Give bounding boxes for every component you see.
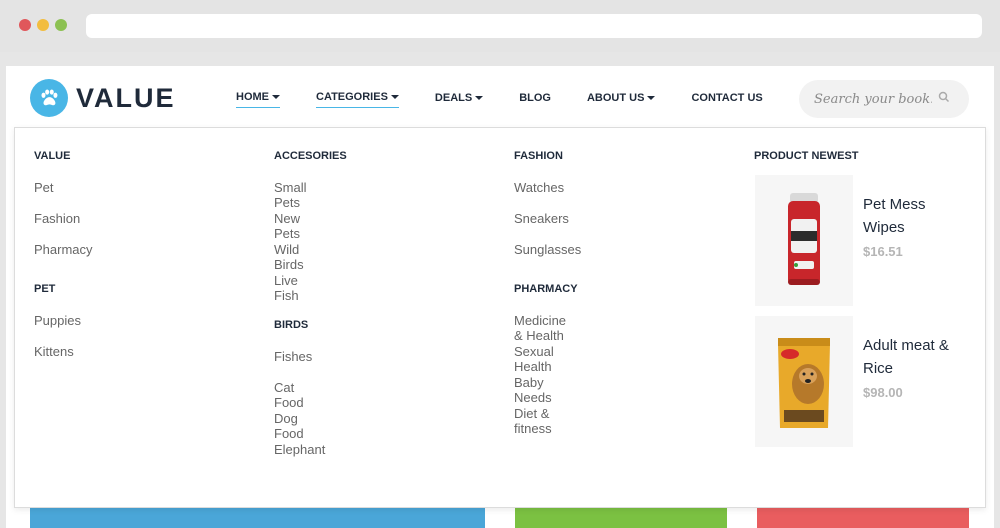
caret-down-icon <box>647 95 656 100</box>
window-minimize-dot[interactable] <box>37 19 49 31</box>
caret-down-icon <box>475 95 484 100</box>
menu-link-cat-food[interactable]: Cat Food <box>274 380 304 410</box>
search-box <box>799 80 969 118</box>
menu-link-sneakers[interactable]: Sneakers <box>514 211 569 226</box>
address-bar[interactable] <box>86 14 982 38</box>
menu-link-sexual-health[interactable]: Sexual Health <box>514 344 554 374</box>
nav-home-label: HOME <box>236 91 269 103</box>
menu-link-new-pets[interactable]: New Pets <box>274 211 300 241</box>
nav-contact-us[interactable]: CONTACT US <box>691 91 762 108</box>
nav-deals[interactable]: DEALS <box>434 91 484 108</box>
search-input[interactable] <box>814 91 932 107</box>
nav-contact-label: CONTACT US <box>691 91 763 104</box>
nav-about-us[interactable]: ABOUT US <box>586 91 656 108</box>
browser-chrome <box>0 0 1000 52</box>
product-card[interactable]: Adult meat & Rice $98.00 <box>755 316 971 447</box>
menu-heading-product-newest: PRODUCT NEWEST <box>754 150 859 162</box>
paw-icon <box>30 79 68 117</box>
menu-link-small-pets[interactable]: Small Pets <box>274 180 307 210</box>
product-info: Pet Mess Wipes $16.51 <box>863 175 971 306</box>
hero-banner-green[interactable] <box>515 506 727 528</box>
menu-link-pharmacy[interactable]: Pharmacy <box>34 242 93 257</box>
window-maximize-dot[interactable] <box>55 19 67 31</box>
window-close-dot[interactable] <box>19 19 31 31</box>
menu-heading-birds: BIRDS <box>274 319 309 331</box>
menu-link-kittens[interactable]: Kittens <box>34 344 74 359</box>
menu-heading-value: VALUE <box>34 150 71 162</box>
hero-banner-red[interactable] <box>757 506 969 528</box>
menu-link-sunglasses[interactable]: Sunglasses <box>514 242 581 257</box>
nav-blog[interactable]: BLOG <box>519 91 551 108</box>
caret-down-icon <box>272 95 280 99</box>
menu-link-medicine-health[interactable]: Medicine & Health <box>514 313 566 343</box>
nav-about-label: ABOUT US <box>586 91 645 104</box>
menu-link-wild-birds[interactable]: Wild Birds <box>274 242 304 272</box>
logo[interactable]: VALUE <box>30 79 176 117</box>
menu-link-pet[interactable]: Pet <box>34 180 54 195</box>
menu-heading-fashion: FASHION <box>514 150 563 162</box>
brand-name: VALUE <box>76 82 176 113</box>
menu-link-puppies[interactable]: Puppies <box>34 313 81 328</box>
menu-link-live-fish[interactable]: Live Fish <box>274 273 299 303</box>
menu-link-elephant[interactable]: Elephant <box>274 442 325 457</box>
product-image-dog-food[interactable] <box>755 316 853 447</box>
hero-banner-blue[interactable] <box>30 506 485 528</box>
search-icon[interactable] <box>938 90 950 108</box>
menu-link-fishes[interactable]: Fishes <box>274 349 312 364</box>
menu-link-watches[interactable]: Watches <box>514 180 564 195</box>
nav-deals-label: DEALS <box>434 91 473 104</box>
menu-heading-pet: PET <box>34 283 56 295</box>
nav-home[interactable]: HOME <box>236 91 280 108</box>
product-image-wipes[interactable] <box>755 175 853 306</box>
menu-link-baby-needs[interactable]: Baby Needs <box>514 375 552 405</box>
product-price: $16.51 <box>863 244 903 259</box>
nav-categories[interactable]: CATEGORIES <box>316 91 399 108</box>
menu-heading-accesories: ACCESORIES <box>274 150 347 162</box>
product-info: Adult meat & Rice $98.00 <box>863 316 971 447</box>
main-nav: HOME CATEGORIES DEALS BLOG ABOUT US CONT… <box>236 91 799 108</box>
nav-categories-label: CATEGORIES <box>316 91 388 103</box>
product-card[interactable]: Pet Mess Wipes $16.51 <box>755 175 971 306</box>
menu-link-fashion[interactable]: Fashion <box>34 211 80 226</box>
caret-down-icon <box>390 95 399 99</box>
menu-link-dog-food[interactable]: Dog Food <box>274 411 304 441</box>
product-name[interactable]: Pet Mess Wipes <box>863 193 971 239</box>
menu-link-diet-fitness[interactable]: Diet & fitness <box>514 406 552 436</box>
product-price: $98.00 <box>863 385 903 400</box>
mega-menu: VALUE Pet Fashion Pharmacy PET Puppies K… <box>14 127 986 508</box>
nav-blog-label: BLOG <box>519 91 551 104</box>
product-name[interactable]: Adult meat & Rice <box>863 334 971 380</box>
menu-heading-pharmacy: PHARMACY <box>514 283 578 295</box>
